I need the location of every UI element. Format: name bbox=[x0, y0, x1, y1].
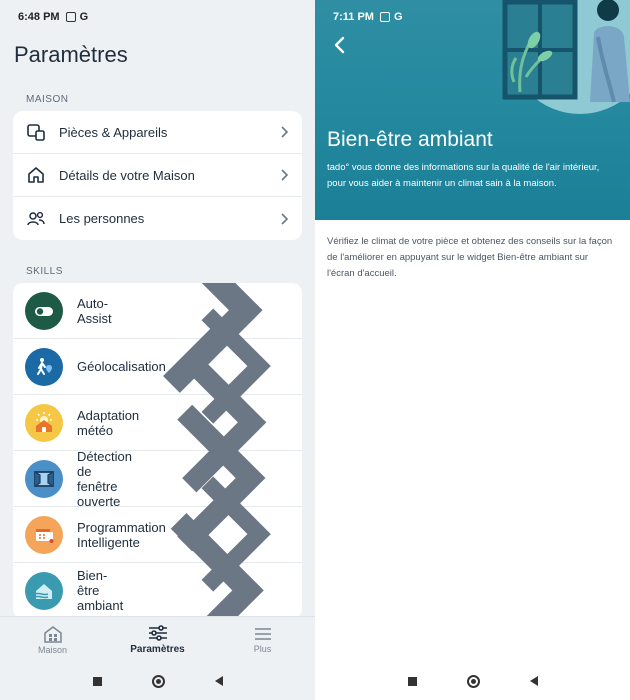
maison-card: Pièces & Appareils Détails de votre Mais… bbox=[13, 111, 302, 240]
google-icon: G bbox=[393, 11, 403, 23]
home-button[interactable] bbox=[466, 674, 480, 688]
back-button[interactable] bbox=[214, 676, 223, 686]
people-item[interactable]: Les personnes bbox=[13, 197, 302, 240]
auto-assist-icon bbox=[25, 291, 63, 330]
rooms-devices-label: Pièces & Appareils bbox=[59, 124, 168, 140]
settings-tab-icon bbox=[148, 625, 167, 641]
tab-maison[interactable]: Maison bbox=[0, 617, 105, 662]
wellbeing-icon bbox=[25, 571, 63, 610]
weather-icon bbox=[25, 403, 63, 442]
calendar-icon bbox=[25, 515, 63, 554]
status-time: 7:11 PM bbox=[333, 11, 374, 23]
chevron-right-icon bbox=[281, 212, 289, 225]
tab-label: Maison bbox=[37, 644, 67, 655]
people-label: Les personnes bbox=[59, 211, 145, 226]
tab-label: Plus bbox=[253, 643, 272, 654]
skill-wellbeing[interactable]: Bien-être ambiant bbox=[13, 513, 302, 619]
window-icon bbox=[25, 459, 63, 498]
google-icon: G bbox=[79, 11, 89, 23]
back-button[interactable] bbox=[529, 676, 538, 686]
recents-button[interactable] bbox=[407, 676, 417, 686]
hero-description: tado° vous donne des informations sur la… bbox=[327, 162, 600, 189]
notification-icon bbox=[379, 12, 390, 22]
tab-label: Paramètres bbox=[130, 644, 185, 655]
rooms-devices-item[interactable]: Pièces & Appareils bbox=[13, 111, 302, 154]
tab-plus[interactable]: Plus bbox=[210, 617, 315, 662]
woman-window-illustration bbox=[502, 0, 630, 114]
chevron-right-icon bbox=[281, 126, 289, 138]
settings-screen: 6:48 PM G ✱ ◠ 64 Paramètres MAISON Pièce… bbox=[0, 0, 315, 700]
section-label-skills: SKILLS bbox=[26, 266, 63, 277]
notification-icon bbox=[65, 12, 76, 22]
recents-button[interactable] bbox=[92, 676, 102, 686]
system-nav-bar bbox=[0, 662, 315, 700]
skill-label: Bien-être ambiant bbox=[77, 568, 124, 613]
house-icon bbox=[25, 164, 47, 186]
system-nav-bar bbox=[315, 662, 630, 700]
skill-label: Adaptation météo bbox=[77, 407, 140, 438]
home-details-label: Détails de votre Maison bbox=[59, 167, 195, 183]
skill-label: Détection de fenêtre ouverte bbox=[77, 448, 132, 509]
bottom-tab-bar: Maison Paramètres Plus bbox=[0, 616, 315, 662]
page-title: Paramètres bbox=[14, 42, 128, 67]
status-time: 6:48 PM bbox=[18, 11, 60, 23]
skill-label: Auto-Assist bbox=[77, 295, 112, 326]
people-icon bbox=[25, 208, 47, 230]
status-bar: 6:48 PM G ✱ ◠ 64 bbox=[0, 0, 315, 34]
devices-icon bbox=[25, 121, 47, 143]
chevron-right-icon bbox=[170, 513, 265, 619]
skills-card: Auto-Assist Géolocalisation Adaptation m… bbox=[13, 283, 302, 619]
wellbeing-screen: 7:11 PM G ✱ ◠ Bien-être ambiant tado° vo… bbox=[315, 0, 630, 700]
home-button[interactable] bbox=[151, 674, 165, 688]
home-tab-icon bbox=[43, 625, 62, 643]
hero-banner: 7:11 PM G ✱ ◠ Bien-être ambiant tado° vo… bbox=[315, 0, 630, 220]
menu-tab-icon bbox=[254, 627, 271, 640]
home-details-item[interactable]: Détails de votre Maison bbox=[13, 154, 302, 197]
back-arrow-icon[interactable] bbox=[329, 34, 351, 56]
body-description: Vérifiez le climat de votre pièce et obt… bbox=[327, 236, 613, 279]
chevron-right-icon bbox=[281, 169, 289, 181]
tab-parametres[interactable]: Paramètres bbox=[105, 617, 210, 662]
section-label-maison: MAISON bbox=[26, 94, 69, 105]
geolocation-icon bbox=[25, 347, 63, 386]
hero-title: Bien-être ambiant bbox=[327, 128, 493, 151]
